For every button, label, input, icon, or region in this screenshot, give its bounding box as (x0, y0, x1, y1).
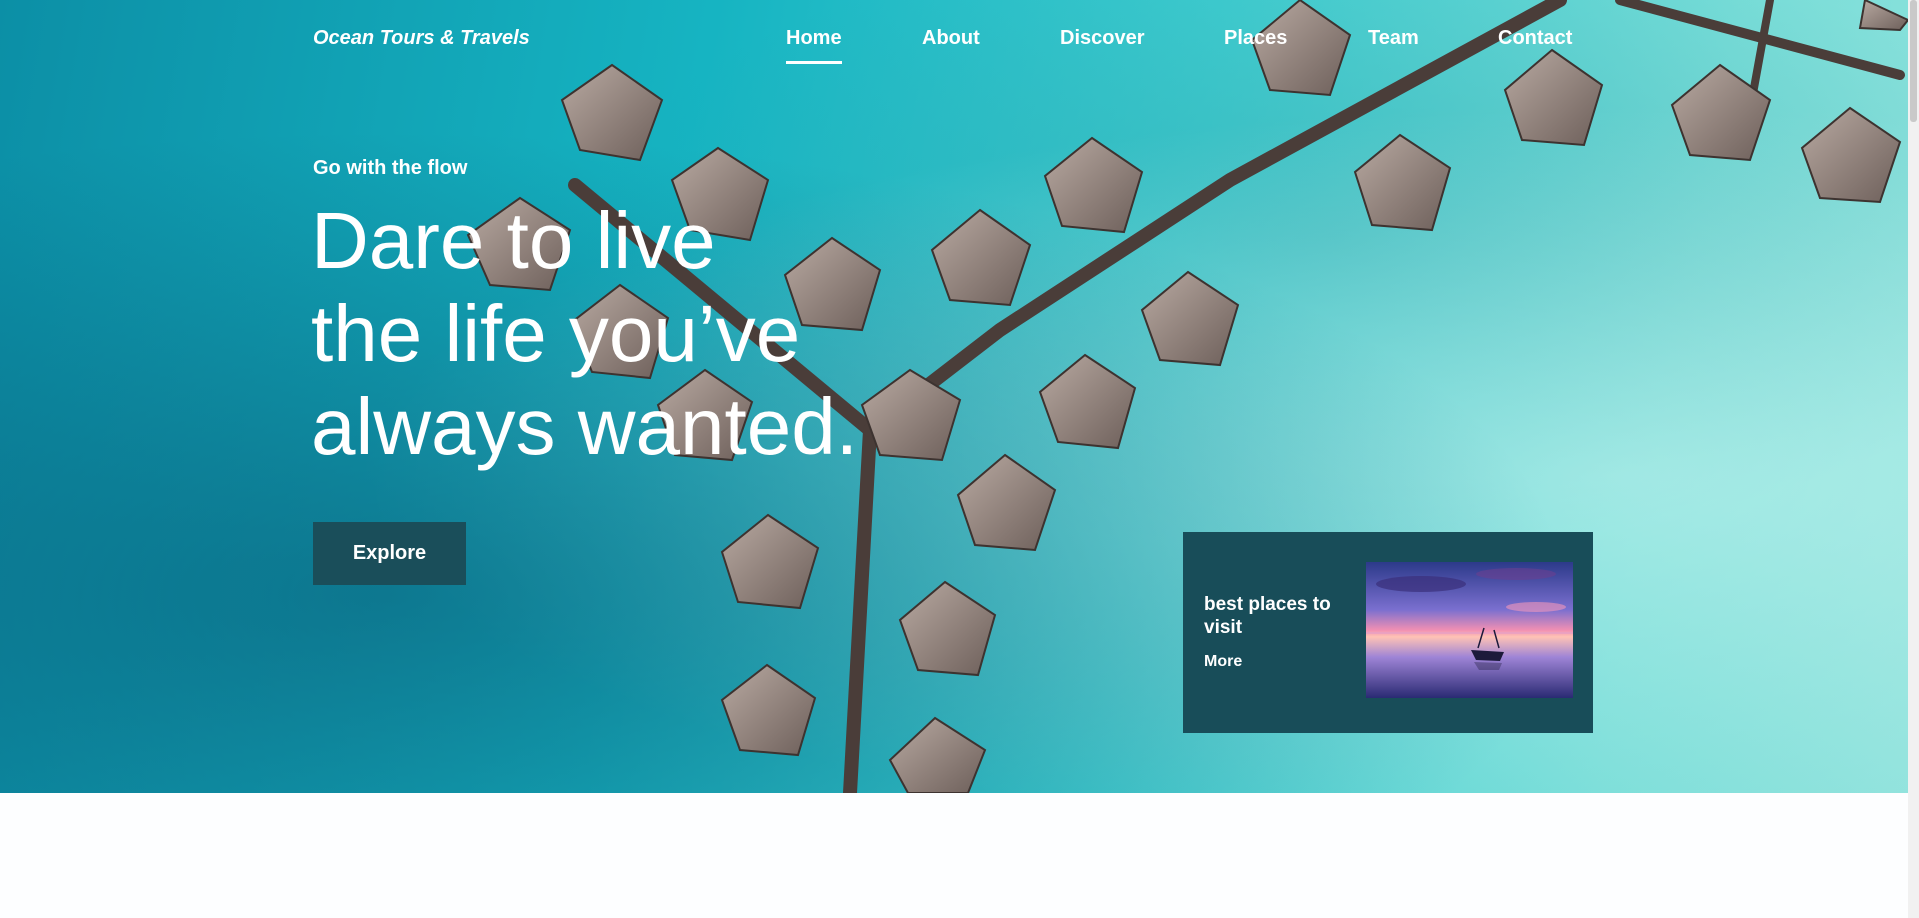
nav-team[interactable]: Team (1368, 27, 1419, 50)
headline-line-3: always wanted. (311, 382, 858, 471)
nav-contact[interactable]: Contact (1498, 27, 1572, 50)
hero-background-image (466, 0, 1908, 793)
nav-places[interactable]: Places (1224, 27, 1287, 50)
headline-line-1: Dare to live (311, 196, 716, 285)
sunset-boat-image[interactable] (1366, 562, 1573, 698)
featured-places-card: best places to visit More (1183, 532, 1593, 733)
nav-discover[interactable]: Discover (1060, 27, 1145, 50)
card-more-link[interactable]: More (1204, 653, 1242, 671)
hero-section: Ocean Tours & Travels Home About Discove… (0, 0, 1908, 793)
card-title: best places to visit (1204, 594, 1331, 638)
explore-button[interactable]: Explore (313, 522, 466, 585)
nav-about[interactable]: About (922, 27, 980, 50)
hero-headline: Dare to live the life you’ve always want… (311, 194, 858, 473)
scrollbar-thumb[interactable] (1910, 0, 1917, 122)
vertical-scrollbar[interactable] (1908, 0, 1919, 918)
nav-home[interactable]: Home (786, 27, 842, 64)
brand-logo[interactable]: Ocean Tours & Travels (313, 27, 530, 50)
headline-line-2: the life you’ve (311, 289, 801, 378)
hero-eyebrow: Go with the flow (313, 157, 468, 179)
